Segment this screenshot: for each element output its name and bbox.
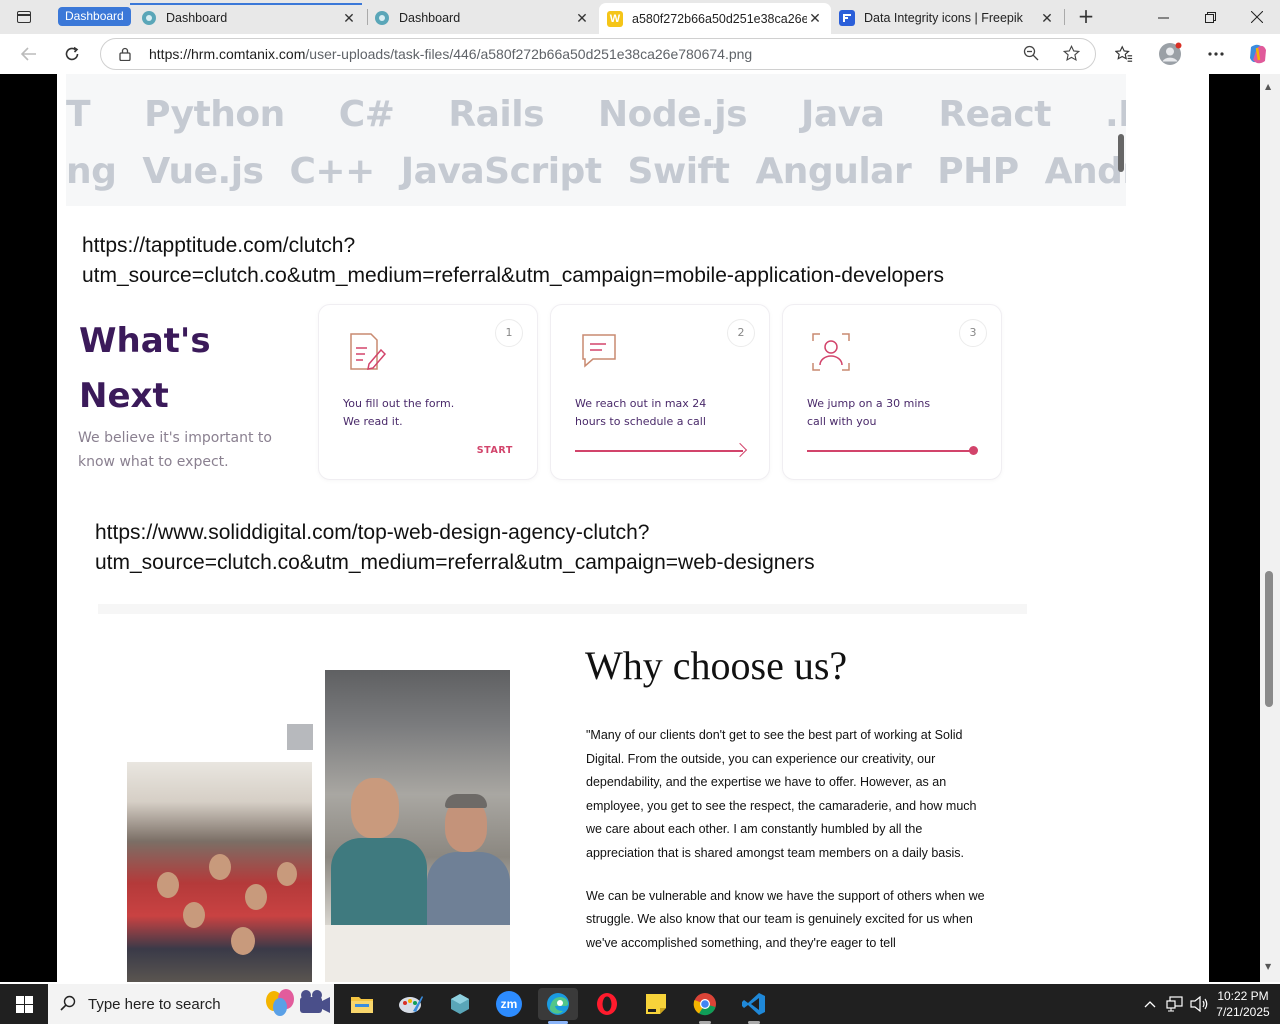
step-number: 2 — [727, 319, 755, 347]
image-viewer: TPythonC#RailsNode.jsJavaReact.NI ngVue.… — [0, 74, 1280, 982]
scroll-up-icon[interactable]: ▲ — [1265, 82, 1271, 91]
sticky-notes-icon[interactable] — [636, 988, 676, 1020]
favorite-star-icon[interactable] — [1061, 44, 1081, 65]
vscode-icon[interactable] — [734, 988, 774, 1024]
minimize-icon[interactable] — [1140, 0, 1186, 34]
screenshot-image: TPythonC#RailsNode.jsJavaReact.NI ngVue.… — [57, 74, 1209, 982]
url-text[interactable]: https://hrm.comtanix.com/user-uploads/ta… — [149, 46, 752, 62]
arrow-line — [575, 450, 743, 452]
search-highlight-balloons-icon — [266, 989, 330, 1016]
step-text: We reach out in max 24 hours to schedule … — [575, 397, 707, 428]
search-icon — [60, 995, 76, 1011]
tab-actions-icon[interactable] — [8, 6, 40, 28]
zoom-app-icon[interactable]: zm — [489, 988, 529, 1020]
soliddigital-url: https://www.soliddigital.com/top-web-des… — [95, 521, 815, 574]
founders-photo — [325, 670, 510, 982]
step-text: You fill out the form. We read it. — [343, 397, 455, 428]
back-arrow-icon[interactable] — [14, 40, 44, 68]
opera-browser-icon[interactable] — [587, 988, 627, 1020]
scroll-down-icon[interactable]: ▼ — [1265, 962, 1271, 971]
file-explorer-icon[interactable] — [342, 988, 382, 1020]
tapptitude-url: https://tapptitude.com/clutch? utm_sourc… — [82, 234, 945, 287]
profile-avatar-icon[interactable] — [1155, 40, 1185, 68]
clock-time: 10:22 PM — [1217, 989, 1269, 1003]
page-scrollbar[interactable]: ▲ ▼ — [1260, 74, 1280, 982]
tab-image-active[interactable]: W a580f272b66a50d251e38ca26e780674.png ✕ — [599, 3, 831, 34]
paint-app-icon[interactable] — [391, 988, 431, 1020]
whats-next-heading: What's Next — [79, 321, 211, 416]
dashboard-favicon-icon — [374, 10, 390, 26]
progress-dot — [969, 446, 978, 455]
progress-line — [807, 450, 975, 452]
start-link[interactable]: START — [477, 445, 513, 456]
close-window-icon[interactable] — [1234, 0, 1280, 34]
video-call-icon — [812, 333, 850, 371]
dashboard-app-icon[interactable] — [440, 988, 480, 1020]
tab-title: Data Integrity icons | Freepik — [864, 11, 1023, 25]
step-number: 3 — [959, 319, 987, 347]
network-icon[interactable] — [1163, 984, 1187, 1024]
refresh-icon[interactable] — [57, 40, 87, 68]
taskbar-search[interactable]: Type here to search — [48, 984, 334, 1024]
scrollbar-thumb[interactable] — [1265, 571, 1273, 707]
copilot-icon[interactable] — [1243, 40, 1273, 68]
form-edit-icon — [350, 333, 387, 370]
tech-row-1: TPythonC#RailsNode.jsJavaReact.NI — [66, 94, 1126, 135]
tab-freepik[interactable]: Data Integrity icons | Freepik ✕ — [831, 3, 1063, 33]
freepik-favicon-icon — [839, 10, 855, 26]
volume-icon[interactable] — [1188, 984, 1210, 1024]
close-tab-icon[interactable]: ✕ — [574, 10, 590, 26]
tab-title: Dashboard — [166, 11, 228, 25]
tech-stack-banner: TPythonC#RailsNode.jsJavaReact.NI ngVue.… — [66, 74, 1126, 206]
why-choose-us-body: "Many of our clients don't get to see th… — [586, 728, 985, 950]
address-bar[interactable]: https://hrm.comtanix.com/user-uploads/ta… — [100, 38, 1096, 70]
tab-title: a580f272b66a50d251e38ca26e780674.png — [632, 11, 807, 26]
edge-browser-icon[interactable] — [538, 988, 578, 1024]
taskbar-clock[interactable]: 10:22 PM 7/21/2025 — [1212, 988, 1274, 1020]
more-menu-icon[interactable] — [1201, 40, 1231, 68]
restore-icon[interactable] — [1187, 0, 1233, 34]
arrow-right-icon — [732, 442, 748, 458]
image-placeholder — [287, 724, 313, 750]
tech-row-2: ngVue.jsC++JavaScriptSwiftAngularPHPAndr… — [66, 151, 1126, 192]
windows-taskbar: Type here to search zm 10:22 PM 7/21/202… — [0, 984, 1280, 1024]
wix-favicon-icon: W — [607, 10, 623, 27]
section-divider — [98, 604, 1027, 614]
search-placeholder: Type here to search — [88, 996, 221, 1013]
zoom-out-icon[interactable] — [1021, 45, 1041, 65]
step-card-3: 3 We jump on a 30 mins call with you — [782, 304, 1002, 480]
step-number: 1 — [495, 319, 523, 347]
step-text: We jump on a 30 mins call with you — [807, 397, 931, 428]
close-tab-icon[interactable]: ✕ — [1039, 10, 1055, 26]
chat-bubble-icon — [582, 334, 616, 368]
close-tab-icon[interactable]: ✕ — [807, 10, 823, 27]
browser-tab-strip: Dashboard Dashboard ✕ Dashboard ✕ W a580… — [0, 0, 1280, 34]
step-card-1: 1 You fill out the form. We read it. STAR… — [318, 304, 538, 480]
favorites-icon[interactable] — [1109, 40, 1139, 68]
new-tab-icon[interactable]: + — [1075, 6, 1097, 28]
team-celebration-photo — [127, 762, 312, 982]
windows-start-icon[interactable] — [0, 984, 48, 1024]
tab-dashboard-2[interactable]: Dashboard ✕ — [366, 3, 598, 33]
chrome-browser-icon[interactable] — [685, 988, 725, 1024]
why-choose-us-heading: Why choose us? — [585, 643, 848, 688]
dashboard-favicon-icon — [141, 10, 157, 26]
show-hidden-icons-icon[interactable] — [1140, 984, 1160, 1024]
whats-next-subtitle: We believe it's important to know what t… — [78, 430, 272, 470]
browser-navbar: https://hrm.comtanix.com/user-uploads/ta… — [0, 34, 1280, 74]
tab-group-chip[interactable]: Dashboard — [58, 7, 131, 26]
tab-dashboard-1[interactable]: Dashboard ✕ — [133, 3, 365, 33]
tab-separator — [1064, 9, 1065, 25]
tab-title: Dashboard — [399, 11, 461, 25]
lock-icon[interactable] — [119, 47, 131, 61]
banner-scrollbar — [1118, 134, 1124, 172]
close-tab-icon[interactable]: ✕ — [341, 10, 357, 26]
step-card-2: 2 We reach out in max 24 hours to schedul… — [550, 304, 770, 480]
clock-date: 7/21/2025 — [1216, 1005, 1270, 1019]
